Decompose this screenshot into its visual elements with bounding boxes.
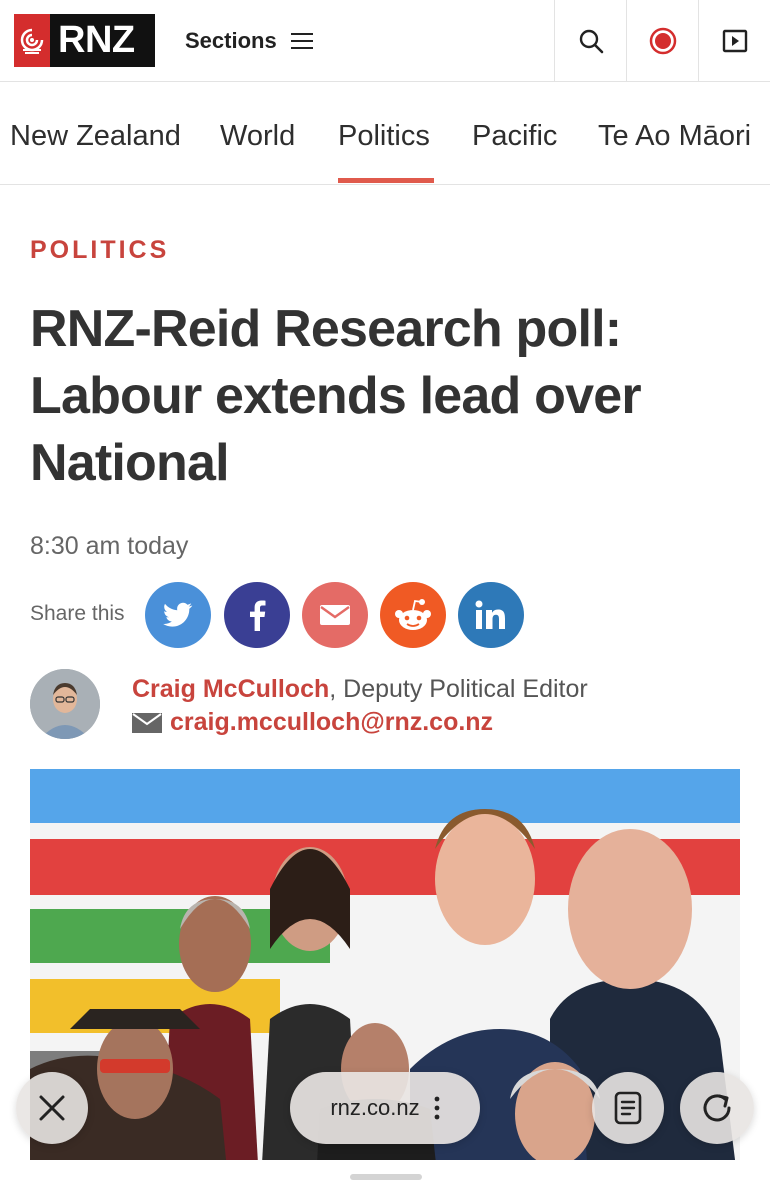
sheet-drag-handle[interactable]: [350, 1174, 422, 1180]
nav-item-new-zealand[interactable]: New Zealand: [10, 120, 181, 153]
rnz-logo-mark-icon: [14, 14, 50, 67]
more-options-icon[interactable]: [434, 1096, 440, 1120]
logo-text: RNZ: [58, 19, 135, 61]
top-bar: RNZ Sections: [0, 0, 770, 82]
share-twitter-button[interactable]: [145, 582, 211, 648]
url-text: rnz.co.nz: [330, 1095, 420, 1120]
sections-label: Sections: [185, 28, 277, 53]
search-button[interactable]: [554, 0, 626, 82]
author-byline: Craig McCulloch, Deputy Political Editor: [132, 675, 588, 704]
author-title: , Deputy Political Editor: [329, 675, 588, 703]
linkedin-in-icon: [475, 600, 505, 629]
nav-item-politics[interactable]: Politics: [338, 120, 430, 153]
reload-button[interactable]: [680, 1072, 754, 1144]
twitter-bird-icon: [163, 602, 193, 627]
nav-item-te-ao-maori[interactable]: Te Ao Māori: [598, 120, 751, 153]
play-square-icon: [722, 29, 747, 53]
author-avatar[interactable]: [30, 669, 100, 739]
article-timestamp: 8:30 am today: [30, 532, 189, 560]
share-email-button[interactable]: [302, 582, 368, 648]
rnz-logo[interactable]: RNZ: [14, 14, 155, 67]
sections-menu-button[interactable]: Sections: [185, 28, 313, 54]
nav-item-world[interactable]: World: [220, 120, 295, 153]
active-tab-indicator: [338, 178, 434, 183]
live-record-icon: [649, 27, 676, 55]
reader-icon: [614, 1091, 642, 1125]
share-linkedin-button[interactable]: [458, 582, 524, 648]
live-radio-button[interactable]: [626, 0, 698, 82]
reddit-alien-icon: [395, 599, 431, 630]
article-headline: RNZ-Reid Research poll: Labour extends l…: [30, 300, 642, 492]
author-email: craig.mcculloch@rnz.co.nz: [170, 708, 494, 736]
share-facebook-button[interactable]: [224, 582, 290, 648]
reader-mode-button[interactable]: [592, 1072, 664, 1144]
video-play-button[interactable]: [698, 0, 770, 82]
envelope-icon: [132, 712, 162, 733]
nav-item-pacific[interactable]: Pacific: [472, 120, 557, 153]
bottom-sheet: [0, 1160, 770, 1200]
close-icon: [39, 1095, 65, 1121]
facebook-f-icon: [250, 600, 266, 631]
envelope-icon: [320, 605, 350, 625]
author-name-link[interactable]: Craig McCulloch: [132, 675, 329, 703]
address-bar[interactable]: rnz.co.nz: [290, 1072, 480, 1144]
reload-icon: [703, 1094, 731, 1122]
section-nav: New Zealand World Politics Pacific Te Ao…: [0, 82, 770, 185]
hamburger-icon: [290, 33, 313, 49]
close-tab-button[interactable]: [16, 1072, 88, 1144]
section-kicker[interactable]: POLITICS: [30, 236, 169, 265]
author-email-link[interactable]: craig.mcculloch@rnz.co.nz: [132, 708, 493, 737]
search-icon: [579, 29, 603, 54]
share-label: Share this: [30, 602, 125, 625]
share-reddit-button[interactable]: [380, 582, 446, 648]
